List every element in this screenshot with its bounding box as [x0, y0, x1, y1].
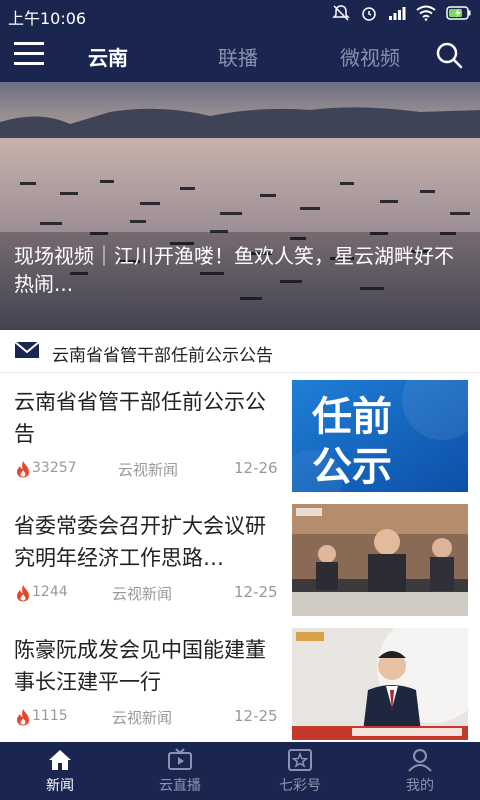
notice-bar[interactable]: 云南省省管干部任前公示公告 — [0, 330, 480, 373]
news-date: 12-26 — [234, 459, 278, 477]
fire-icon — [17, 585, 29, 602]
fire-icon — [17, 709, 29, 726]
tv-icon — [168, 748, 192, 770]
news-thumbnail — [292, 504, 468, 616]
tab-yunnan[interactable]: 云南 — [88, 42, 128, 71]
nav-news[interactable]: 新闻 — [0, 742, 120, 800]
user-icon — [408, 749, 432, 772]
news-thumbnail: 任前公示 — [292, 380, 468, 492]
status-icons — [332, 4, 472, 22]
app-bar: 云南 联播 微视频 — [0, 30, 480, 82]
news-source: 云视新闻 — [112, 709, 173, 727]
news-source: 云视新闻 — [112, 585, 173, 603]
news-item[interactable]: 陈豪阮成发会见中国能建董事长汪建平一行 1115 云视新闻 12-25 — [0, 620, 480, 744]
news-title: 省委常委会召开扩大会议研究明年经济工作思路… — [14, 514, 266, 570]
wifi-icon — [416, 5, 436, 21]
news-date: 12-25 — [234, 583, 278, 601]
status-bar: 上午10:06 — [0, 0, 480, 30]
nav-qicai[interactable]: 七彩号 — [240, 742, 360, 800]
mail-icon — [14, 341, 40, 358]
menu-icon[interactable] — [14, 42, 44, 68]
thumb-text: 任前公示 — [312, 394, 392, 490]
battery-icon — [446, 6, 471, 20]
status-time: 上午10:06 — [8, 9, 87, 28]
news-source: 云视新闻 — [118, 461, 179, 479]
bottom-nav: 新闻 云直播 七彩号 我的 — [0, 742, 480, 800]
nav-label: 我的 — [406, 778, 434, 794]
view-count: 1115 — [32, 708, 68, 724]
tab-lianbo[interactable]: 联播 — [218, 42, 258, 71]
news-item[interactable]: 云南省省管干部任前公示公告 33257 云视新闻 12-26 任前公示 — [0, 372, 480, 496]
star-icon — [288, 749, 312, 771]
signal-icon — [389, 7, 406, 20]
mute-icon — [332, 5, 350, 21]
news-item[interactable]: 省委常委会召开扩大会议研究明年经济工作思路… 1244 云视新闻 12-25 — [0, 496, 480, 620]
news-date: 12-25 — [234, 707, 278, 725]
home-icon — [49, 750, 71, 770]
nav-label: 新闻 — [46, 778, 74, 794]
search-icon[interactable] — [434, 40, 464, 70]
hero-caption: 现场视频｜江川开渔喽！鱼欢人笑，星云湖畔好不热闹... — [14, 244, 454, 296]
news-title: 云南省省管干部任前公示公告 — [14, 390, 266, 446]
hero-banner[interactable]: 现场视频｜江川开渔喽！鱼欢人笑，星云湖畔好不热闹... — [0, 82, 480, 330]
news-thumbnail — [292, 628, 468, 740]
nav-label: 七彩号 — [279, 778, 321, 794]
nav-live[interactable]: 云直播 — [120, 742, 240, 800]
view-count: 1244 — [32, 584, 68, 600]
fire-icon — [17, 461, 29, 478]
notice-text: 云南省省管干部任前公示公告 — [52, 346, 273, 366]
news-title: 陈豪阮成发会见中国能建董事长汪建平一行 — [14, 638, 266, 694]
alarm-icon — [362, 7, 376, 21]
tab-micro-video[interactable]: 微视频 — [340, 42, 400, 71]
view-count: 33257 — [32, 460, 77, 476]
nav-mine[interactable]: 我的 — [360, 742, 480, 800]
nav-label: 云直播 — [159, 778, 201, 794]
